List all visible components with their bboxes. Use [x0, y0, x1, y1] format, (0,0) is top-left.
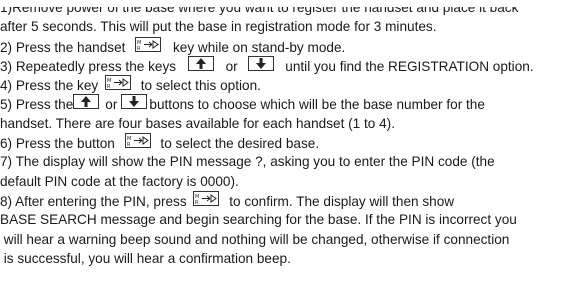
- line-text: 2) Press the handset: [0, 39, 126, 55]
- menu-ok-key-icon: MR: [193, 190, 220, 206]
- line-text: is successful, you will hear a confirmat…: [0, 250, 291, 266]
- down-arrow-key-icon: [121, 94, 148, 110]
- up-arrow-key-icon: [73, 94, 100, 110]
- step-8: 8) After entering the PIN, press MR to c…: [0, 190, 588, 210]
- line-text: 6) Press the button: [0, 136, 115, 152]
- line-text: 3) Repeatedly press the keys: [0, 58, 177, 74]
- svg-text:R: R: [195, 200, 199, 206]
- line-text: default PIN code at the factory is 0000)…: [0, 173, 239, 189]
- step-4: 4) Press the key MR to select this optio…: [0, 75, 588, 94]
- line-text: or: [105, 97, 118, 113]
- step-3: 3) Repeatedly press the keys or until yo…: [0, 55, 588, 75]
- line-text: 5) Press the: [0, 97, 74, 113]
- line-text: BASE SEARCH message and begin searching …: [0, 212, 517, 228]
- line-text: or: [225, 58, 238, 74]
- line-text: to select the desired base.: [160, 136, 320, 152]
- text-line: BASE SEARCH message and begin searching …: [0, 210, 588, 229]
- text-line: 7) The display will show the PIN message…: [0, 152, 588, 171]
- text-line: handset. There are four bases available …: [0, 114, 588, 133]
- menu-ok-key-icon: MR: [135, 36, 162, 52]
- line-text: key while on stand-by mode.: [173, 39, 346, 55]
- down-arrow-key-icon: [247, 55, 274, 71]
- line-text: 8) After entering the PIN, press: [0, 193, 187, 209]
- menu-ok-key-icon: MR: [105, 75, 131, 91]
- line-text: 4) Press the key: [0, 78, 99, 94]
- line-text: 7) The display will show the PIN message…: [0, 154, 495, 170]
- svg-text:R: R: [127, 142, 131, 148]
- top-crop-edge: [0, 0, 588, 7]
- text-line: is successful, you will hear a confirmat…: [0, 249, 588, 268]
- svg-text:R: R: [107, 84, 111, 90]
- line-text: until you find the REGISTRATION option.: [285, 58, 534, 74]
- line-text: to select this option.: [140, 78, 261, 94]
- text-line: will hear a warning beep sound and nothi…: [0, 230, 588, 249]
- line-text: to confirm. The display will then show: [229, 193, 455, 209]
- line-text: buttons to choose which will be the base…: [149, 97, 485, 113]
- svg-text:R: R: [137, 46, 141, 52]
- text-line: after 5 seconds. This will put the base …: [0, 17, 588, 36]
- instruction-text: 1)Remove power of the base where you wan…: [0, 0, 588, 268]
- menu-ok-key-icon: MR: [124, 133, 151, 149]
- step-6: 6) Press the button MR to select the des…: [0, 133, 588, 152]
- up-arrow-key-icon: [187, 55, 214, 71]
- line-text: will hear a warning beep sound and nothi…: [0, 231, 510, 247]
- text-line: default PIN code at the factory is 0000)…: [0, 172, 588, 191]
- step-5: 5) Press the or buttons to choose which …: [0, 94, 588, 113]
- line-text: handset. There are four bases available …: [0, 115, 395, 131]
- step-2: 2) Press the handset MR key while on sta…: [0, 36, 588, 56]
- line-text: after 5 seconds. This will put the base …: [0, 19, 437, 35]
